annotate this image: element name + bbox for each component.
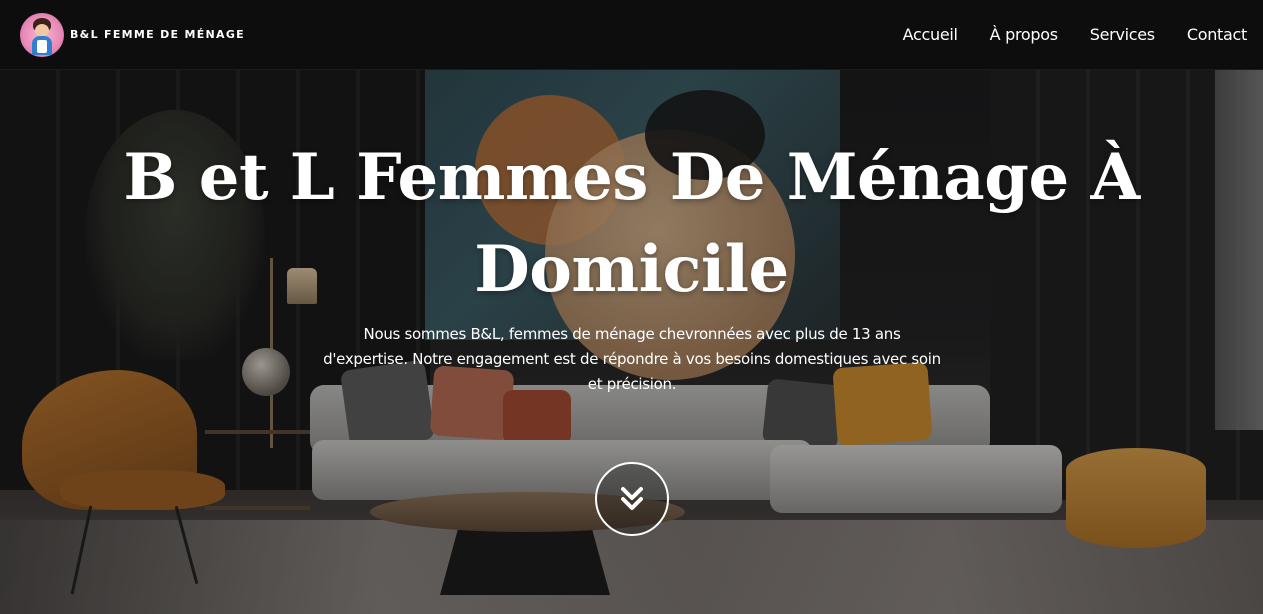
hero-title: B et L Femmes De Ménage À Domicile [123, 140, 1140, 307]
scroll-down-button[interactable] [595, 462, 669, 536]
brand[interactable]: B&L FEMME DE MÉNAGE [20, 12, 245, 57]
site-header: B&L FEMME DE MÉNAGE Accueil À propos Ser… [0, 0, 1263, 70]
brand-name: B&L FEMME DE MÉNAGE [70, 28, 245, 41]
housekeeper-logo-icon [20, 12, 64, 57]
double-chevron-down-icon [621, 487, 643, 510]
main-nav: Accueil À propos Services Contact [903, 25, 1248, 44]
nav-item-a-propos[interactable]: À propos [990, 25, 1058, 44]
nav-item-contact[interactable]: Contact [1187, 25, 1247, 44]
nav-item-services[interactable]: Services [1090, 25, 1155, 44]
nav-item-accueil[interactable]: Accueil [903, 25, 958, 44]
hero-description: Nous sommes B&L, femmes de ménage chevro… [323, 325, 941, 393]
